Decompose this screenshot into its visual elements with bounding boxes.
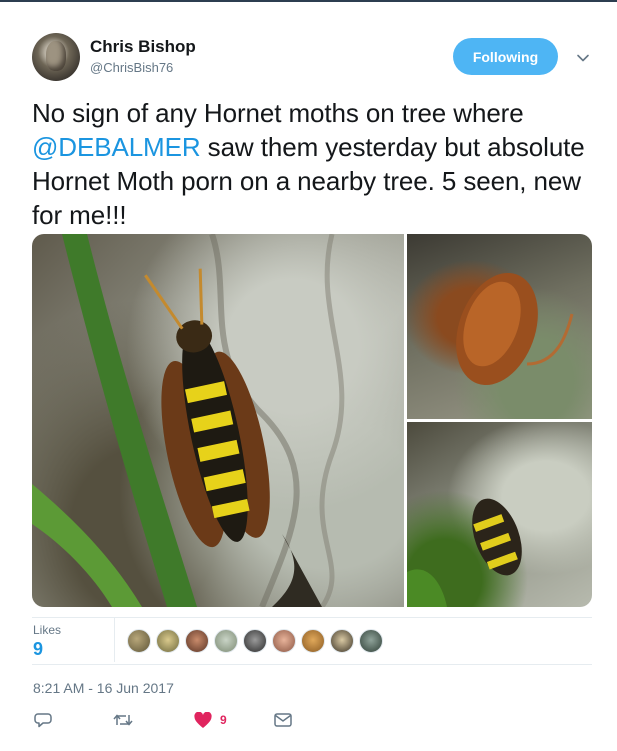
moth-photo-illustration — [32, 234, 345, 607]
media-grid — [32, 234, 592, 607]
tweet-timestamp[interactable]: 8:21 AM - 16 Jun 2017 — [33, 680, 174, 696]
envelope-icon — [274, 713, 292, 727]
like-button[interactable]: 9 — [194, 709, 227, 731]
tweet-text: No sign of any Hornet moths on tree wher… — [32, 96, 607, 232]
divider — [32, 664, 592, 665]
retweet-icon — [113, 714, 133, 726]
liker-avatar[interactable] — [214, 629, 238, 653]
likes-separator — [114, 618, 115, 662]
following-button[interactable]: Following — [453, 38, 558, 75]
photo-top-right[interactable] — [407, 234, 592, 419]
reply-button[interactable] — [34, 709, 52, 731]
liker-avatar[interactable] — [272, 629, 296, 653]
chevron-down-icon[interactable] — [575, 50, 591, 66]
direct-message-button[interactable] — [274, 709, 292, 731]
liker-avatar[interactable] — [301, 629, 325, 653]
reply-icon — [34, 713, 52, 728]
moth-small-photo-illustration — [407, 498, 522, 607]
tweet-text-start: No sign of any Hornet moths on tree wher… — [32, 98, 524, 128]
liker-avatar[interactable] — [127, 629, 151, 653]
photo-main[interactable] — [32, 234, 404, 607]
top-bar — [0, 0, 617, 2]
retweet-button[interactable] — [113, 709, 133, 731]
liker-avatar[interactable] — [156, 629, 180, 653]
photo-bottom-right[interactable] — [407, 422, 592, 607]
liker-avatar[interactable] — [359, 629, 383, 653]
heart-icon — [194, 711, 212, 728]
liker-avatar[interactable] — [243, 629, 267, 653]
avatar[interactable] — [32, 33, 80, 81]
likes-label[interactable]: Likes — [33, 623, 61, 637]
user-handle[interactable]: @ChrisBish76 — [90, 60, 173, 75]
like-count: 9 — [220, 713, 227, 727]
likes-count[interactable]: 9 — [33, 639, 43, 660]
liker-avatar[interactable] — [185, 629, 209, 653]
user-name[interactable]: Chris Bishop — [90, 37, 196, 57]
pupa-photo-illustration — [456, 272, 574, 386]
divider — [32, 617, 592, 618]
liker-avatar[interactable] — [330, 629, 354, 653]
mention-link[interactable]: @DEBALMER — [32, 132, 201, 162]
